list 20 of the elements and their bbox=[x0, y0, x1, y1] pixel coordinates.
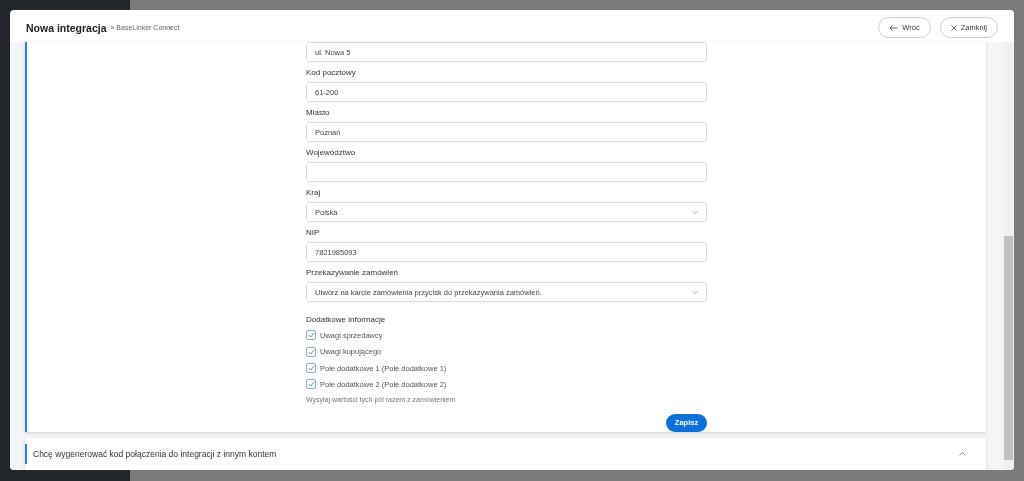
input-field[interactable] bbox=[306, 162, 707, 182]
chevron-up-icon[interactable] bbox=[959, 452, 966, 456]
field-label: NIP bbox=[306, 228, 321, 237]
field-label: Miasto bbox=[306, 108, 331, 117]
section-title: Dodatkowe informacje bbox=[306, 315, 387, 324]
chevron-down-icon bbox=[693, 210, 698, 214]
field-label: Województwo bbox=[306, 148, 357, 157]
checkbox[interactable] bbox=[306, 346, 316, 357]
chevron-down-icon bbox=[693, 290, 698, 294]
field-label: Kraj bbox=[306, 188, 322, 197]
modal-title: Nowa integracja bbox=[26, 21, 107, 34]
field-label: Przekazywanie zamówień bbox=[306, 268, 400, 277]
checkbox[interactable] bbox=[306, 330, 316, 341]
close-icon bbox=[950, 24, 957, 31]
checkbox[interactable] bbox=[306, 379, 316, 390]
arrow-left-icon bbox=[889, 24, 899, 31]
checkbox[interactable] bbox=[306, 363, 316, 373]
accordion-title[interactable]: Chcę wygenerować kod połączenia do integracji z innym kontem bbox=[33, 449, 277, 459]
scrollbar[interactable] bbox=[1003, 42, 1014, 470]
field-label: Kod pocztowy bbox=[306, 68, 357, 77]
